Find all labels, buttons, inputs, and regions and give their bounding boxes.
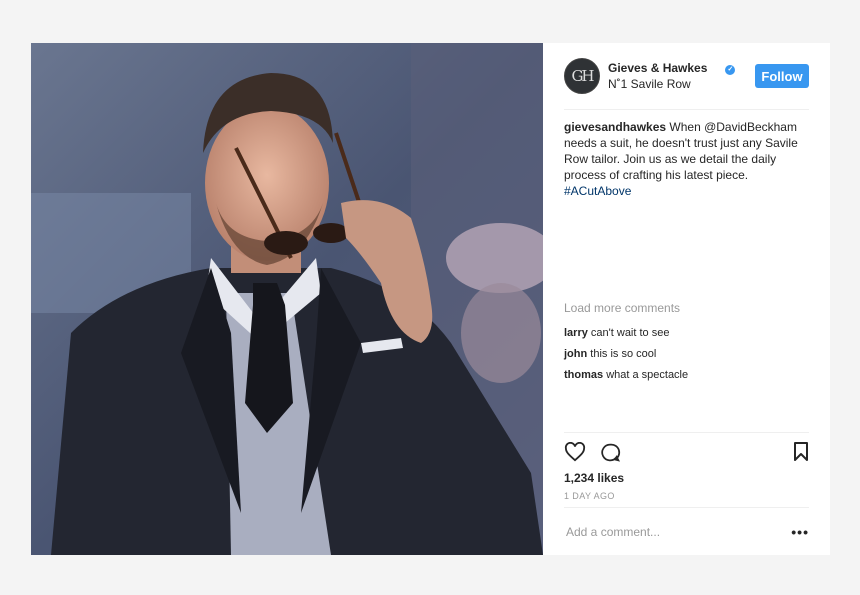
like-count[interactable]: 1,234 likes: [564, 471, 809, 485]
post-photo[interactable]: [31, 43, 543, 555]
account-name-block: Gieves & Hawkes ✓ N˚1 Savile Row: [608, 60, 736, 92]
follow-button[interactable]: Follow: [755, 64, 809, 88]
post-caption: gievesandhawkes When @DavidBeckham needs…: [564, 119, 809, 199]
post-card: GH Gieves & Hawkes ✓ N˚1 Savile Row Follo…: [31, 43, 830, 555]
comment-user[interactable]: john: [564, 348, 587, 360]
comment-user[interactable]: larry: [564, 327, 588, 339]
caption-hashtag[interactable]: #ACutAbove: [564, 184, 631, 198]
account-name[interactable]: Gieves & Hawkes ✓: [608, 60, 736, 76]
comment-text: this is so cool: [590, 348, 657, 360]
photo-illustration: [31, 43, 543, 555]
add-comment-input[interactable]: [564, 524, 792, 540]
action-icons: [564, 441, 809, 463]
comment-list: larry can't wait to see john this is so …: [564, 323, 688, 386]
post-header: GH Gieves & Hawkes ✓ N˚1 Savile Row Follo…: [564, 43, 809, 110]
post-time: 1 DAY AGO: [564, 491, 615, 501]
post-sidebar: GH Gieves & Hawkes ✓ N˚1 Savile Row Follo…: [543, 43, 830, 555]
load-more-comments[interactable]: Load more comments: [564, 301, 680, 315]
comment-text: can't wait to see: [590, 327, 670, 339]
more-options-icon[interactable]: •••: [791, 524, 809, 540]
comment-user[interactable]: thomas: [564, 369, 603, 381]
comment-item: thomas what a spectacle: [564, 365, 688, 386]
comment-item: john this is so cool: [564, 344, 688, 365]
verified-icon: ✓: [725, 65, 736, 75]
comment-item: larry can't wait to see: [564, 323, 688, 344]
caption-username[interactable]: gievesandhawkes: [564, 120, 666, 134]
post-actions: 1,234 likes 1 DAY AGO: [564, 432, 809, 501]
account-display-name[interactable]: Gieves & Hawkes: [608, 61, 707, 75]
bookmark-icon[interactable]: [793, 442, 809, 462]
account-subtitle[interactable]: N˚1 Savile Row: [608, 76, 735, 92]
comment-icon[interactable]: [600, 442, 621, 463]
comment-text: what a spectacle: [606, 369, 689, 381]
heart-icon[interactable]: [564, 442, 586, 462]
avatar[interactable]: GH: [564, 58, 600, 94]
add-comment-bar: •••: [564, 507, 809, 556]
